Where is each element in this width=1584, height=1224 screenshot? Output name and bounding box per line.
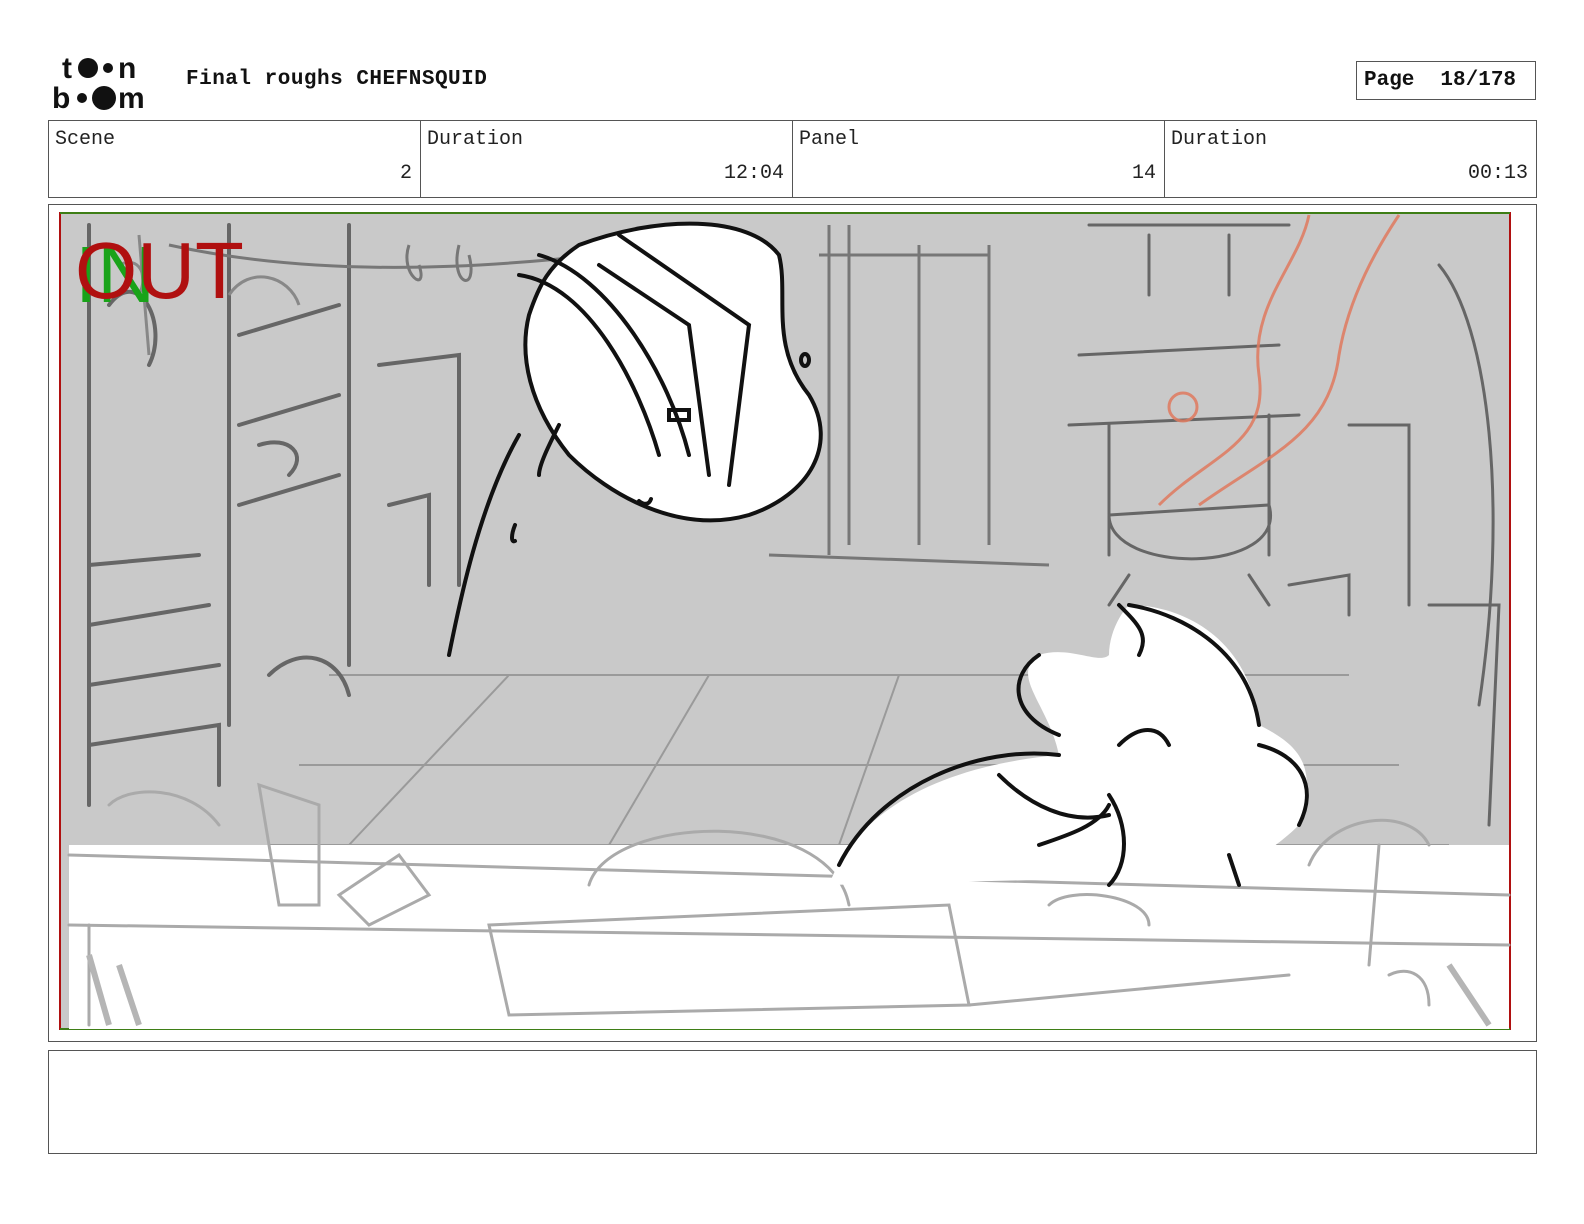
scene-label: Scene [55, 128, 116, 151]
page-value: 18/178 [1440, 69, 1517, 92]
panel-info-table: Scene 2 Duration 12:04 Panel 14 Duration… [48, 120, 1537, 198]
sketch-drawing [59, 212, 1511, 1030]
svg-text:m: m [118, 82, 145, 112]
toon-boom-logo: t n b m [52, 52, 145, 112]
panel-value: 14 [1131, 162, 1156, 185]
svg-text:t: t [62, 52, 72, 85]
scene-value: 2 [399, 162, 412, 185]
page-label: Page [1364, 69, 1415, 92]
scene-duration-cell: Duration 12:04 [421, 121, 793, 197]
svg-text:b: b [52, 82, 70, 112]
panel-cell: Panel 14 [793, 121, 1165, 197]
out-marker: OUT [75, 226, 244, 315]
panel-label: Panel [799, 128, 860, 151]
scene-cell: Scene 2 [49, 121, 421, 197]
scene-duration-label: Duration [427, 128, 524, 151]
panel-duration-label: Duration [1171, 128, 1268, 151]
storyboard-panel: IN OUT [48, 204, 1537, 1042]
document-title: Final roughs CHEFNSQUID [186, 68, 488, 91]
panel-duration-value: 00:13 [1467, 162, 1528, 185]
page-indicator: Page 18/178 [1356, 61, 1536, 100]
svg-text:n: n [118, 52, 136, 85]
panel-duration-cell: Duration 00:13 [1165, 121, 1536, 197]
notes-box[interactable] [48, 1050, 1537, 1154]
scene-duration-value: 12:04 [723, 162, 784, 185]
